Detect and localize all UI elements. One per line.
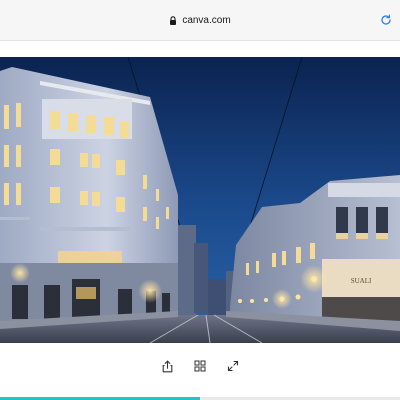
expand-icon[interactable] (225, 358, 241, 374)
photo-toolbar (0, 352, 400, 380)
storefront-sign: SUALI (351, 277, 372, 285)
browser-url-bar[interactable]: canva.com (0, 0, 400, 40)
share-icon[interactable] (159, 358, 175, 374)
url-bar-divider (0, 40, 400, 41)
night-street-photo: SUALI (0, 57, 400, 343)
url-text: canva.com (182, 14, 231, 26)
lock-icon (169, 15, 177, 25)
grid-icon[interactable] (192, 358, 208, 374)
reload-icon[interactable] (380, 14, 392, 26)
address-field[interactable]: canva.com (169, 14, 231, 26)
